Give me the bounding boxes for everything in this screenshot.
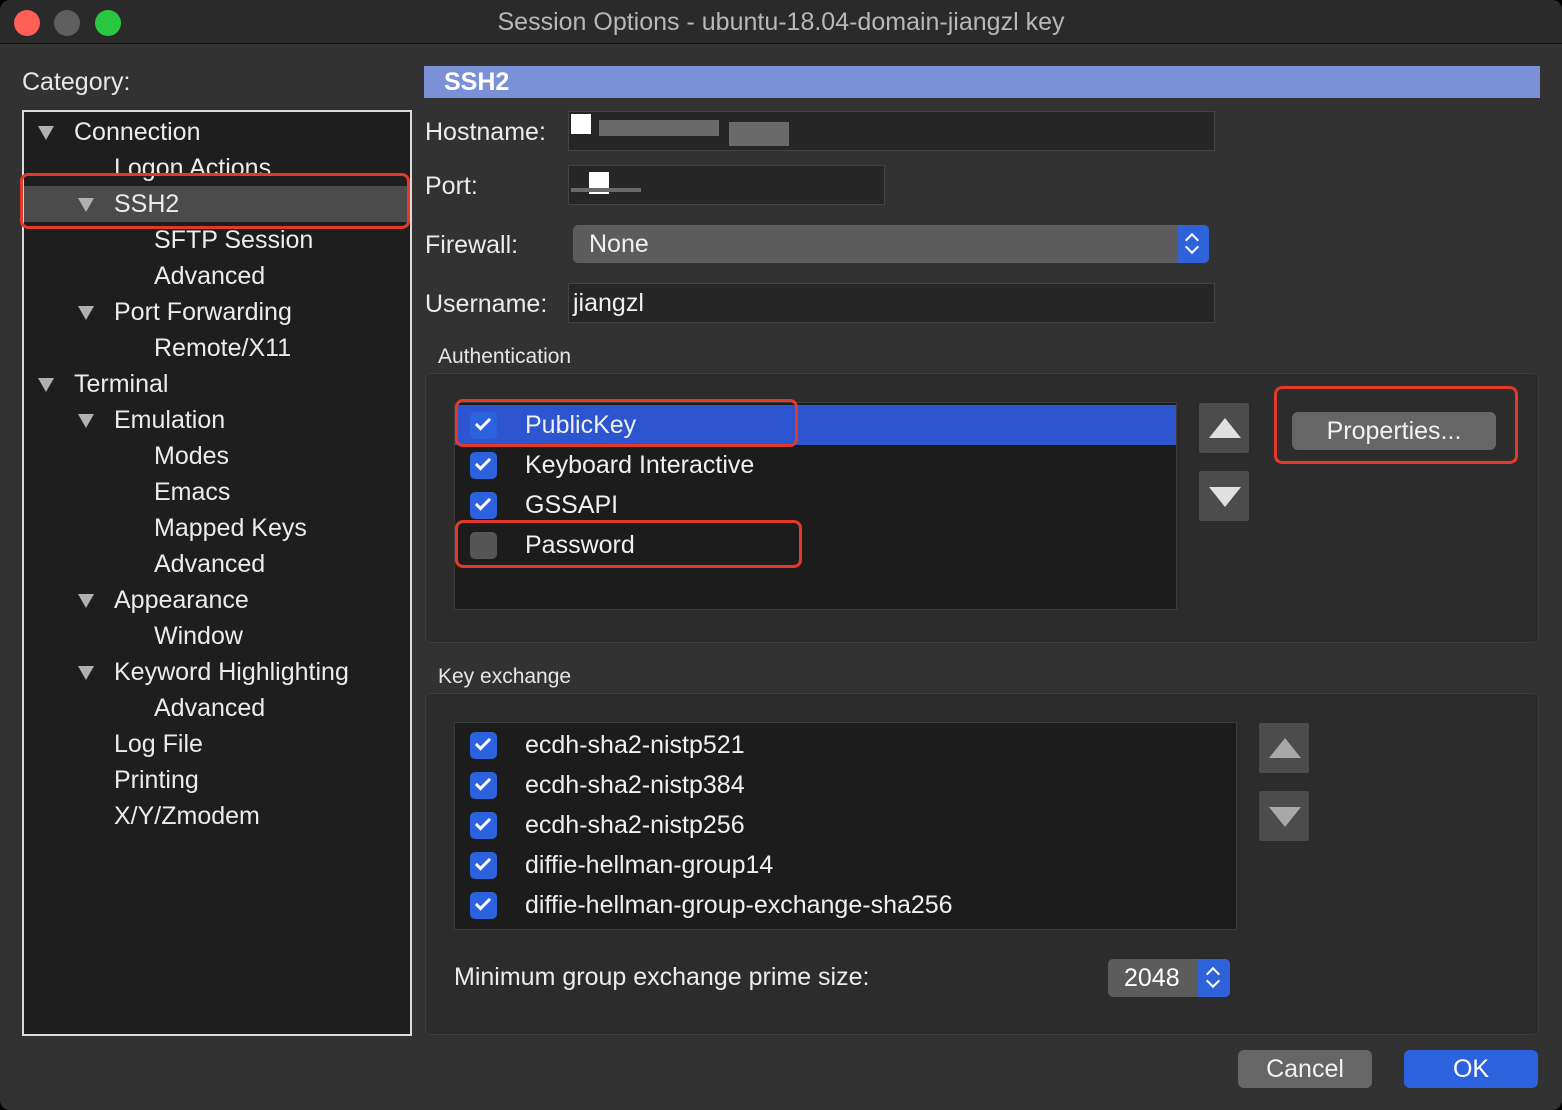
kex-checkbox[interactable] [470, 732, 497, 759]
arrow-down-icon [1269, 807, 1301, 827]
tree-item-ssh2-advanced[interactable]: Advanced [24, 258, 410, 294]
list-item-password[interactable]: Password [455, 525, 1176, 565]
username-input[interactable]: jiangzl [568, 283, 1215, 323]
port-label: Port: [425, 172, 478, 200]
auth-move-up-button[interactable] [1198, 402, 1250, 454]
publickey-checkbox[interactable] [470, 412, 497, 439]
password-checkbox[interactable] [470, 532, 497, 559]
list-item-gssapi[interactable]: GSSAPI [455, 485, 1176, 525]
category-tree[interactable]: Connection Logon Actions SSH2 SFTP Sessi… [22, 110, 412, 1036]
properties-button[interactable]: Properties... [1292, 412, 1496, 450]
tree-item-printing[interactable]: Printing [24, 762, 410, 798]
redacted-block [729, 122, 789, 146]
prime-size-label: Minimum group exchange prime size: [454, 963, 870, 991]
checkmark-icon [474, 854, 492, 871]
expand-triangle-icon[interactable] [38, 378, 54, 392]
checkmark-icon [474, 414, 492, 431]
list-item-kex[interactable]: ecdh-sha2-nistp384 [455, 765, 1236, 805]
prime-size-value: 2048 [1124, 964, 1180, 992]
tree-item-appearance[interactable]: Appearance [24, 582, 410, 618]
kex-move-down-button[interactable] [1258, 790, 1310, 842]
kex-checkbox[interactable] [470, 772, 497, 799]
checkmark-icon [474, 894, 492, 911]
kex-move-up-button[interactable] [1258, 722, 1310, 774]
port-input[interactable] [568, 165, 885, 205]
tree-item-window[interactable]: Window [24, 618, 410, 654]
session-options-window: Session Options - ubuntu-18.04-domain-ji… [0, 0, 1562, 1110]
title-bar: Session Options - ubuntu-18.04-domain-ji… [0, 0, 1562, 44]
redacted-block [599, 120, 719, 136]
username-label: Username: [425, 290, 548, 318]
key-exchange-list[interactable]: ecdh-sha2-nistp521 ecdh-sha2-nistp384 ec… [454, 722, 1237, 930]
expand-triangle-icon[interactable] [78, 414, 94, 428]
tree-item-log-file[interactable]: Log File [24, 726, 410, 762]
arrow-up-icon [1269, 738, 1301, 758]
tree-item-ssh2[interactable]: SSH2 [24, 186, 410, 222]
checkmark-icon [474, 734, 492, 751]
gssapi-checkbox[interactable] [470, 492, 497, 519]
arrow-up-icon [1209, 418, 1241, 438]
tree-item-modes[interactable]: Modes [24, 438, 410, 474]
authentication-list[interactable]: PublicKey Keyboard Interactive GSSAPI Pa… [454, 402, 1177, 610]
expand-triangle-icon[interactable] [78, 666, 94, 680]
keyboard-interactive-checkbox[interactable] [470, 452, 497, 479]
prime-size-select[interactable]: 2048 [1108, 959, 1230, 997]
expand-triangle-icon[interactable] [78, 306, 94, 320]
tree-item-mapped-keys[interactable]: Mapped Keys [24, 510, 410, 546]
tree-item-sftp-session[interactable]: SFTP Session [24, 222, 410, 258]
list-item-kex[interactable]: diffie-hellman-group-exchange-sha256 [455, 885, 1236, 925]
tree-item-emulation[interactable]: Emulation [24, 402, 410, 438]
ok-button[interactable]: OK [1404, 1050, 1538, 1088]
tree-item-terminal[interactable]: Terminal [24, 366, 410, 402]
kex-checkbox[interactable] [470, 892, 497, 919]
firewall-label: Firewall: [425, 231, 519, 259]
redacted-block [571, 114, 591, 134]
list-item-kex[interactable]: ecdh-sha2-nistp256 [455, 805, 1236, 845]
redacted-block [571, 188, 641, 192]
tree-item-port-forwarding[interactable]: Port Forwarding [24, 294, 410, 330]
hostname-input[interactable] [568, 111, 1215, 151]
tree-item-connection[interactable]: Connection [24, 114, 410, 150]
checkmark-icon [474, 814, 492, 831]
hostname-label: Hostname: [425, 118, 546, 146]
list-item-kex[interactable]: diffie-hellman-group14 [455, 845, 1236, 885]
checkmark-icon [474, 454, 492, 471]
cancel-button[interactable]: Cancel [1238, 1050, 1372, 1088]
tree-item-keyword-highlighting[interactable]: Keyword Highlighting [24, 654, 410, 690]
list-item-publickey[interactable]: PublicKey [455, 405, 1176, 445]
tree-item-xyzmodem[interactable]: X/Y/Zmodem [24, 798, 410, 834]
tree-item-highlighting-advanced[interactable]: Advanced [24, 690, 410, 726]
tree-item-emacs[interactable]: Emacs [24, 474, 410, 510]
checkmark-icon [474, 774, 492, 791]
list-item-kex[interactable]: ecdh-sha2-nistp521 [455, 725, 1236, 765]
section-header: SSH2 [424, 66, 1540, 98]
firewall-value: None [589, 230, 649, 258]
expand-triangle-icon[interactable] [38, 126, 54, 140]
firewall-select[interactable]: None [573, 225, 1209, 263]
kex-checkbox[interactable] [470, 812, 497, 839]
select-arrows-icon[interactable] [1198, 959, 1230, 997]
expand-triangle-icon[interactable] [78, 594, 94, 608]
list-item-keyboard-interactive[interactable]: Keyboard Interactive [455, 445, 1176, 485]
tree-item-logon-actions[interactable]: Logon Actions [24, 150, 410, 186]
tree-item-remote-x11[interactable]: Remote/X11 [24, 330, 410, 366]
window-title: Session Options - ubuntu-18.04-domain-ji… [497, 8, 1065, 36]
expand-triangle-icon[interactable] [78, 198, 94, 212]
category-label: Category: [22, 68, 131, 96]
authentication-title: Authentication [438, 345, 572, 368]
arrow-down-icon [1209, 487, 1241, 507]
auth-move-down-button[interactable] [1198, 470, 1250, 522]
kex-checkbox[interactable] [470, 852, 497, 879]
key-exchange-title: Key exchange [438, 665, 572, 688]
select-arrows-icon[interactable] [1177, 225, 1209, 263]
checkmark-icon [474, 494, 492, 511]
tree-item-emulation-advanced[interactable]: Advanced [24, 546, 410, 582]
